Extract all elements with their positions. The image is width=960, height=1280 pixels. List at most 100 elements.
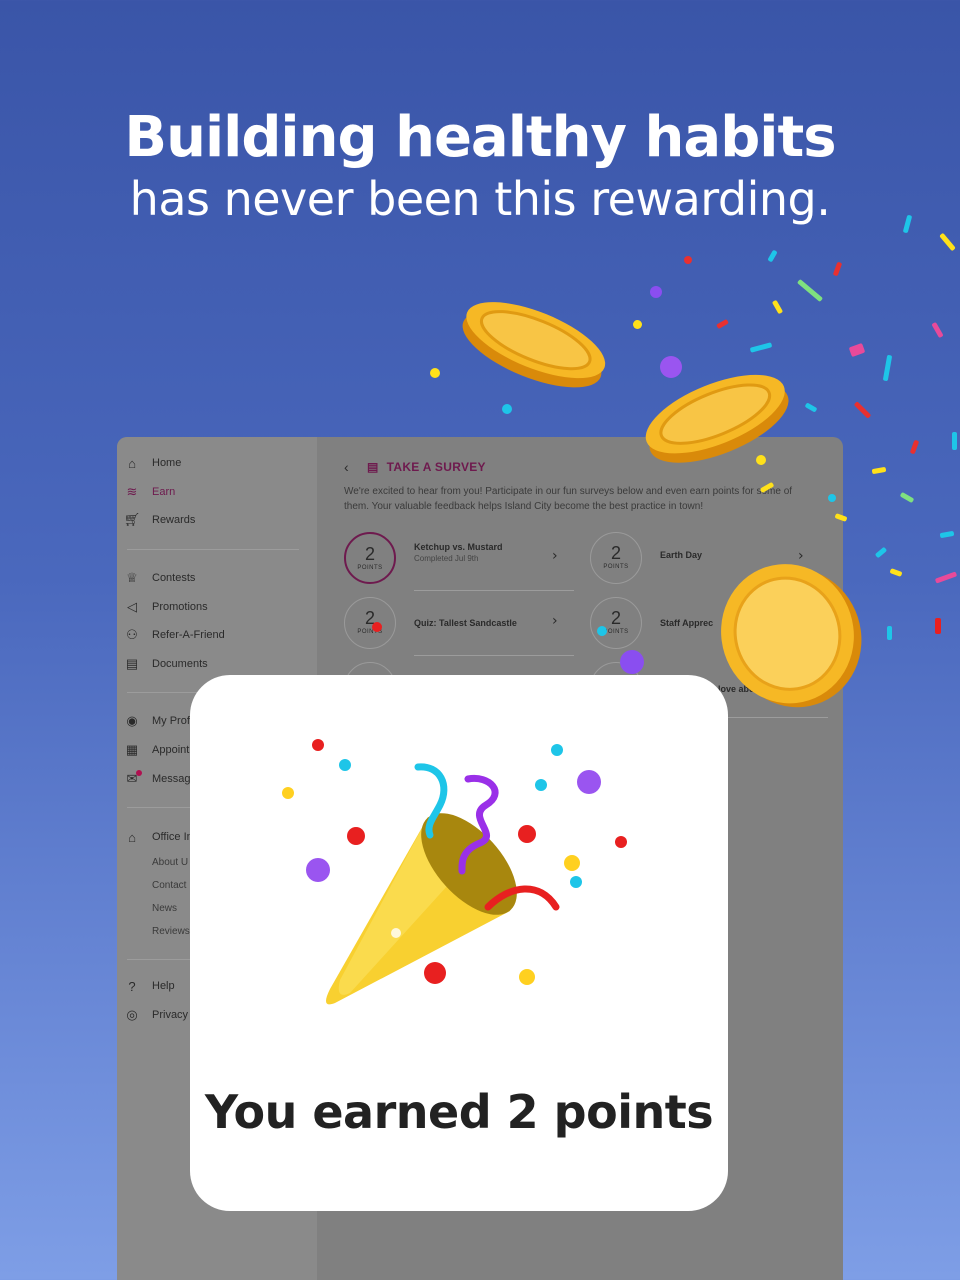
confetti [796,278,824,303]
confetti [771,299,784,315]
coins-icon: ≋ [126,484,138,499]
confetti [430,368,440,378]
sidebar-item-earn[interactable]: ≋ Earn [123,481,176,503]
confetti [848,342,866,358]
divider [718,717,828,718]
cart-icon: 🛒︎ [123,512,141,527]
points-badge: 2 POINTS [590,532,642,584]
headline: Building healthy habits has never been t… [0,105,960,227]
confetti [887,626,892,640]
eye-icon: ◎ [126,1007,138,1022]
confetti [828,494,836,502]
confetti [372,622,382,632]
sidebar-item-label: Appoint [152,744,190,756]
sidebar-item-label: Refer-A-Friend [152,629,225,641]
sidebar-subitem-about[interactable]: About U [152,857,188,868]
trophy-icon: ♕ [126,570,138,585]
confetti [597,626,607,636]
sidebar-item-label: Promotions [152,601,208,613]
confetti [934,571,958,584]
points-badge: 2 POINTS [344,532,396,584]
divider [414,590,574,591]
unread-badge [136,770,142,776]
reward-message: You earned 2 points [204,1085,714,1139]
sidebar-item-label: Home [152,457,182,469]
confetti [899,491,915,504]
survey-icon: ▤ [366,460,379,474]
confetti [716,318,729,330]
help-icon: ? [128,978,136,994]
sidebar-item-label: Contests [152,572,196,584]
confetti [633,320,642,329]
confetti [767,249,778,263]
sidebar-item-label: Documents [152,658,208,670]
sidebar-item-label: My Prof [152,715,190,727]
sidebar-item-label: Privacy [152,1009,189,1021]
sidebar-item-contests[interactable]: ♕ Contests [123,567,195,589]
confetti [935,618,941,634]
confetti [832,261,843,277]
confetti [952,432,957,450]
home-icon: ⌂ [128,455,136,471]
survey-header: ‹ ▤ TAKE A SURVEY [344,459,486,475]
people-icon: ⚇ [126,627,138,642]
confetti [939,530,955,539]
chevron-right-icon: › [552,613,558,629]
calendar-icon: ▦ [125,742,139,757]
confetti [874,546,888,559]
confetti [939,232,956,252]
survey-name: Ketchup vs. Mustard [414,542,503,552]
confetti [804,402,818,413]
party-popper-icon [282,739,627,1005]
sidebar-item-privacy[interactable]: ◎ Privacy [123,1004,188,1026]
survey-name: Staff Apprec [660,618,714,628]
confetti [502,404,512,414]
points-badge: 2 POINTS [590,597,642,649]
confetti [889,568,903,577]
confetti [909,439,920,455]
sidebar-item-appointments[interactable]: ▦ Appoint [123,739,189,761]
user-icon: ◉ [126,713,138,728]
sidebar-item-promotions[interactable]: ◁ Promotions [123,596,208,618]
divider [127,549,299,550]
sidebar-item-office[interactable]: ⌂ Office In [123,826,193,848]
sidebar-item-home[interactable]: ⌂ Home [123,452,181,474]
survey-name: Quiz: Tallest Sandcastle [414,618,517,628]
confetti [620,650,644,674]
sidebar-item-refer[interactable]: ⚇ Refer-A-Friend [123,624,225,646]
sidebar-item-label: Office In [152,831,193,843]
sidebar-item-profile[interactable]: ◉ My Prof [123,710,190,732]
confetti [650,286,662,298]
survey-item[interactable]: 2 POINTS Ketchup vs. Mustard Completed J… [344,532,584,591]
sidebar-item-rewards[interactable]: 🛒︎ Rewards [123,509,196,531]
divider [414,655,574,656]
reward-modal: You earned 2 points [190,675,728,1211]
confetti [882,354,893,382]
sidebar-item-label: Rewards [152,514,196,526]
sidebar-subitem-news[interactable]: News [152,903,177,914]
back-icon[interactable]: ‹ [344,459,349,475]
building-icon: ⌂ [128,829,136,845]
headline-title: Building healthy habits [124,105,836,170]
sidebar-item-label: Earn [152,486,176,498]
sidebar-item-label: Help [152,980,175,992]
sidebar-item-messages[interactable]: ✉ Messag [123,768,191,790]
survey-status: Completed Jul 9th [414,554,479,563]
confetti [853,401,872,419]
document-icon: ▤ [125,656,139,671]
sidebar-item-help[interactable]: ? Help [123,975,175,997]
sidebar-subitem-contact[interactable]: Contact [152,880,186,891]
confetti [660,356,682,378]
page-title: TAKE A SURVEY [386,460,486,474]
survey-name: Earth Day [660,550,703,560]
chevron-right-icon: › [552,548,558,564]
confetti [756,455,766,465]
sidebar-item-label: Messag [152,773,191,785]
megaphone-icon: ◁ [127,599,137,614]
sidebar-item-documents[interactable]: ▤ Documents [123,653,208,675]
confetti [749,342,773,353]
coin-icon [462,302,606,388]
confetti [931,321,944,339]
points-badge: 2 POINTS [344,597,396,649]
sidebar-subitem-reviews[interactable]: Reviews [152,926,190,937]
